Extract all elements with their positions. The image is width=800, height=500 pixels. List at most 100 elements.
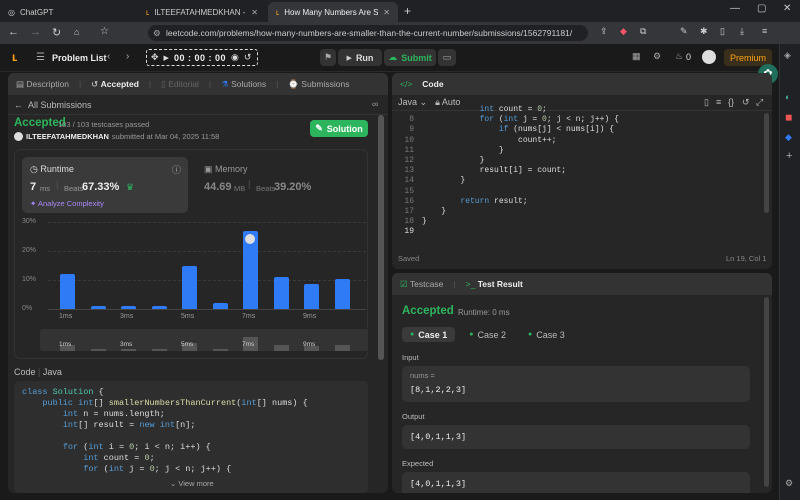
- download-icon[interactable]: ⤓: [740, 26, 744, 37]
- all-submissions-link[interactable]: ← All Submissions ∞: [8, 95, 388, 115]
- tab-problem[interactable]: ʟ How Many Numbers Are Smalle ✕: [268, 2, 398, 22]
- puzzle-icon[interactable]: ✱: [700, 26, 708, 37]
- chart-bar[interactable]: [182, 265, 197, 309]
- sidebar-settings-icon[interactable]: ⚙: [785, 478, 793, 489]
- code-line: int n = nums.length;: [62, 409, 165, 419]
- tab-chatgpt[interactable]: ◎ ChatGPT: [0, 2, 130, 22]
- output-value: [4,0,1,1,3]: [410, 432, 467, 442]
- test-scrollbar[interactable]: [764, 297, 769, 487]
- copilot-icon[interactable]: ◈: [784, 50, 791, 61]
- prev-problem-icon[interactable]: ‹: [107, 51, 110, 62]
- app-icon[interactable]: ◼: [785, 112, 792, 123]
- home-icon[interactable]: ⌂: [74, 27, 79, 37]
- extension-icon[interactable]: ✎: [680, 26, 688, 37]
- chart-bar[interactable]: [304, 284, 319, 309]
- dot-icon: ●: [469, 331, 474, 338]
- brave-icon[interactable]: ◆: [620, 26, 627, 37]
- case-tab[interactable]: ● Case 3: [520, 327, 573, 342]
- runtime-card[interactable]: ◷ Runtime ⓘ 7 ms | Beats 67.33% ♛ ✦ Anal…: [22, 157, 188, 213]
- run-button[interactable]: ▶ Run: [338, 49, 382, 66]
- scrollbar-thumb[interactable]: [378, 115, 384, 360]
- menu-icon[interactable]: ≡: [762, 26, 767, 36]
- copy-icon[interactable]: ⧉: [640, 26, 646, 37]
- close-icon[interactable]: ✕: [251, 8, 258, 17]
- reload-icon[interactable]: ↻: [52, 26, 61, 39]
- site-info-icon[interactable]: ⚙: [153, 25, 161, 41]
- chart-bar[interactable]: [212, 303, 228, 309]
- code-lang: Java: [42, 367, 62, 377]
- bookmark-icon[interactable]: ☆: [100, 26, 109, 37]
- editor-line: 9 if (nums[j] < nums[i]) {: [392, 125, 772, 135]
- case-tabs: ● Case 1 ● Case 2 ● Case 3: [402, 327, 573, 342]
- chart-bar[interactable]: [334, 278, 350, 309]
- url-field[interactable]: ⚙ leetcode.com/problems/how-many-numbers…: [148, 25, 588, 41]
- chart-bar[interactable]: [243, 230, 258, 309]
- share-icon[interactable]: ⇪: [600, 26, 608, 37]
- eye-icon[interactable]: ◉: [231, 52, 239, 63]
- chart-bar[interactable]: [60, 274, 75, 309]
- debug-button[interactable]: ⚑: [320, 49, 336, 66]
- browser-tab-bar: ◎ ChatGPT ʟ ILTEEFATAHMEDKHAN - LeetCo ✕…: [0, 0, 800, 22]
- runtime-beats: 67.33%: [82, 181, 120, 193]
- app-icon[interactable]: ◆: [785, 132, 792, 143]
- username[interactable]: ILTEEFATAHMEDKHAN: [26, 132, 109, 141]
- editor-scrollbar[interactable]: [764, 113, 769, 213]
- chart-bar[interactable]: [151, 306, 167, 309]
- memory-card[interactable]: ▣ Memory 44.69 MB | Beats 39.20%: [196, 157, 362, 213]
- close-icon[interactable]: ✕: [383, 8, 390, 17]
- notes-button[interactable]: ▭: [438, 49, 456, 66]
- save-status: Saved: [398, 254, 420, 263]
- tab-description[interactable]: ▤ Description: [16, 79, 69, 90]
- submit-button[interactable]: ☁ Submit: [384, 49, 436, 66]
- x-tick-label: 3ms: [120, 313, 134, 320]
- play-icon[interactable]: ▶: [164, 54, 169, 62]
- line-number: 12: [404, 155, 414, 165]
- chart-range-slider[interactable]: 1ms 3ms 5ms 7ms 9ms: [40, 329, 368, 351]
- view-more-link[interactable]: ⌄ View more: [170, 479, 214, 488]
- problem-list-link[interactable]: Problem List: [52, 53, 107, 63]
- sidebar-icon[interactable]: ▯: [720, 26, 725, 37]
- drag-handle-icon[interactable]: ✥: [151, 52, 159, 63]
- analyze-complexity-link[interactable]: ✦ Analyze Complexity: [30, 199, 104, 208]
- edit-icon: ✎: [315, 123, 323, 133]
- app-icon[interactable]: ◐: [785, 92, 790, 102]
- close-window-icon[interactable]: ✕: [783, 3, 791, 14]
- solution-button[interactable]: ✎ Solution: [310, 120, 368, 137]
- forward-icon[interactable]: →: [30, 26, 41, 38]
- maximize-icon[interactable]: ▢: [757, 3, 766, 14]
- case-tab[interactable]: ● Case 2: [461, 327, 514, 342]
- tab-testcase[interactable]: ☑ Testcase: [400, 279, 443, 290]
- list-icon[interactable]: ☰: [36, 52, 45, 63]
- leetcode-logo-icon[interactable]: ʟ: [12, 50, 17, 64]
- next-problem-icon[interactable]: ›: [126, 51, 129, 62]
- tab-profile[interactable]: ʟ ILTEEFATAHMEDKHAN - LeetCo ✕: [138, 2, 266, 22]
- new-tab-button[interactable]: +: [404, 4, 411, 18]
- info-icon[interactable]: ⓘ: [172, 163, 181, 176]
- back-icon[interactable]: ←: [8, 26, 19, 38]
- tab-submissions[interactable]: ⌚ Submissions: [288, 79, 349, 90]
- add-icon[interactable]: +: [786, 150, 792, 162]
- chart-bar[interactable]: [273, 277, 289, 309]
- link-icon[interactable]: ∞: [372, 99, 378, 109]
- line-number: 10: [404, 135, 414, 145]
- minimap-bar: [90, 349, 106, 351]
- layout-icon[interactable]: ▦: [632, 51, 641, 62]
- settings-icon[interactable]: ⚙: [653, 51, 661, 62]
- minimize-icon[interactable]: —: [730, 3, 740, 14]
- cloud-upload-icon: ☁: [388, 52, 398, 62]
- tab-editorial[interactable]: ▯ Editorial: [161, 79, 199, 90]
- code-editor[interactable]: int count = 0; 8 for (int j = 0; j < n; j…: [392, 105, 772, 249]
- chart-bar[interactable]: [121, 306, 136, 309]
- fire-icon[interactable]: ♨: [675, 51, 683, 62]
- timer-widget[interactable]: ✥ ▶ 00 : 00 : 00 ◉ ↺: [146, 49, 258, 66]
- tab-accepted[interactable]: ↺ Accepted: [91, 79, 139, 90]
- avatar[interactable]: [702, 50, 716, 64]
- runtime-label: Runtime: [40, 164, 74, 174]
- tab-solutions[interactable]: ⚗ Solutions: [221, 79, 266, 90]
- chart-bar[interactable]: [90, 306, 106, 309]
- run-label: Run: [355, 52, 374, 63]
- case-tab[interactable]: ● Case 1: [402, 327, 456, 342]
- tab-test-result[interactable]: >_ Test Result: [466, 279, 523, 289]
- tab-label: Solutions: [231, 78, 267, 89]
- reset-icon[interactable]: ↺: [244, 52, 252, 63]
